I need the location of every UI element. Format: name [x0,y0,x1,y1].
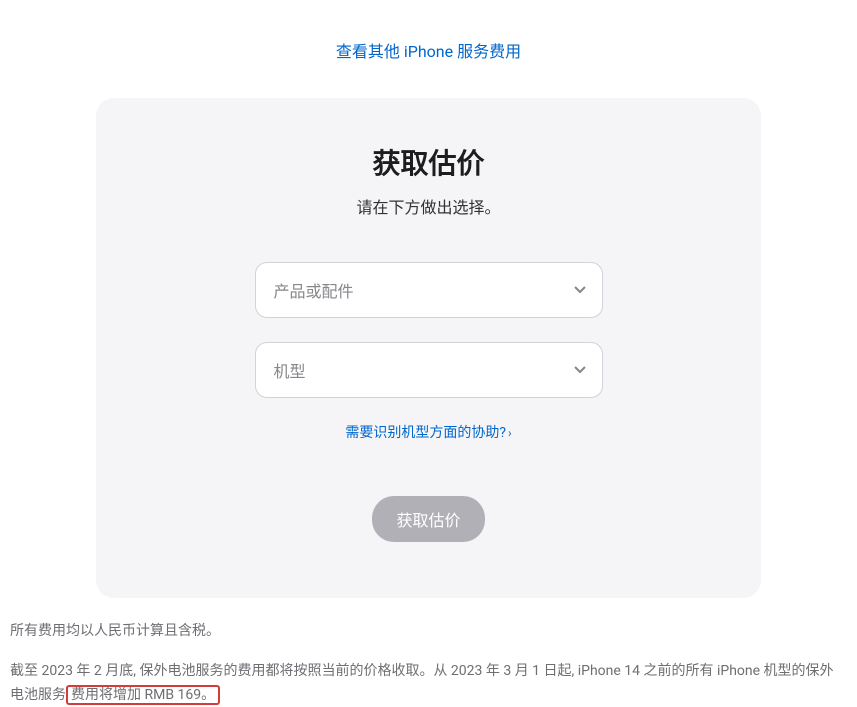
get-estimate-button[interactable]: 获取估价 [372,496,484,542]
model-select[interactable]: 机型 [255,342,603,398]
chevron-right-icon: › [508,426,512,440]
product-select[interactable]: 产品或配件 [255,262,603,318]
footer-line-2: 截至 2023 年 2 月底, 保外电池服务的费用都将按照当前的价格收取。从 2… [10,660,847,707]
top-link-section: 查看其他 iPhone 服务费用 [0,0,857,80]
product-select-wrap: 产品或配件 [255,262,603,318]
help-link-section: 需要识别机型方面的协助?› [136,422,721,442]
price-increase-highlight: 费用将增加 RMB 169。 [66,685,220,705]
footer-line-1: 所有费用均以人民币计算且含税。 [10,620,847,644]
card-subtitle: 请在下方做出选择。 [136,194,721,218]
identify-model-help-link[interactable]: 需要识别机型方面的协助?› [345,425,511,441]
help-link-label: 需要识别机型方面的协助? [345,425,506,441]
product-select-placeholder: 产品或配件 [274,278,354,302]
estimate-card: 获取估价 请在下方做出选择。 产品或配件 机型 需要识别机型方面的协助?› 获取… [96,98,761,598]
card-title: 获取估价 [136,142,721,182]
model-select-wrap: 机型 [255,342,603,398]
footer-notes: 所有费用均以人民币计算且含税。 截至 2023 年 2 月底, 保外电池服务的费… [0,598,857,707]
other-service-fee-link[interactable]: 查看其他 iPhone 服务费用 [336,42,521,61]
model-select-placeholder: 机型 [274,358,306,382]
